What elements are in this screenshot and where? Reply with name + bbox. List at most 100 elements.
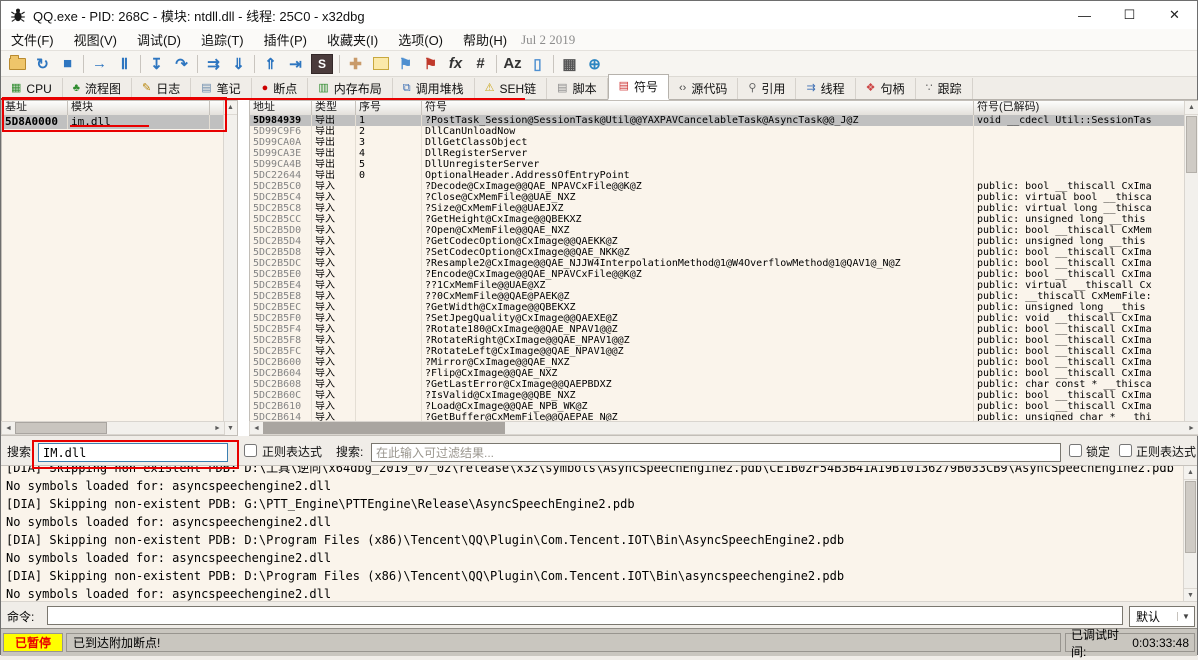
tab-seh[interactable]: ⚠SEH链 <box>475 78 548 99</box>
menu-debug[interactable]: 调试(D) <box>127 29 191 50</box>
symbol-row[interactable]: 5DC2B5C4导入?Close@CxMemFile@@UAE_NXZpubli… <box>250 192 1185 203</box>
symbol-row[interactable]: 5DC2B5D8导入?SetCodecOption@CxImage@@QAE_N… <box>250 247 1185 258</box>
menu-help[interactable]: 帮助(H) <box>453 29 517 50</box>
scroll-right-icon[interactable]: ► <box>1185 422 1198 434</box>
symbol-row[interactable]: 5DC2B60C导入?IsValid@CxImage@@QBE_NXZpubli… <box>250 390 1185 401</box>
symbols-col-address[interactable]: 地址 <box>250 101 312 115</box>
minimize-button[interactable]: — <box>1062 1 1107 29</box>
symbol-row[interactable]: 5DC2B5D4导入?GetCodecOption@CxImage@@QAEKK… <box>250 236 1185 247</box>
tab-cpu[interactable]: ▦CPU <box>1 78 63 99</box>
fx-button[interactable]: fx <box>443 53 468 75</box>
step-out-button[interactable]: ⇑ <box>258 53 283 75</box>
attach-button[interactable]: ▯ <box>525 53 550 75</box>
tab-call-stack[interactable]: ⧉调用堆栈 <box>393 78 475 99</box>
run-button[interactable]: → <box>87 53 112 75</box>
symbol-row[interactable]: 5D99CA3E导出4DllRegisterServer <box>250 148 1185 159</box>
regex-checkbox[interactable] <box>244 444 257 457</box>
tab-threads[interactable]: ⇉线程 <box>796 78 855 99</box>
menu-file[interactable]: 文件(F) <box>1 29 64 50</box>
tab-memory-map[interactable]: ▥内存布局 <box>308 78 392 99</box>
regex2-checkbox[interactable] <box>1119 444 1132 457</box>
symbol-row[interactable]: 5DC2B604导入?Flip@CxImage@@QAE_NXZpublic: … <box>250 368 1185 379</box>
symbol-row[interactable]: 5DC2B5D0导入?Open@CxMemFile@@QAE_NXZpublic… <box>250 225 1185 236</box>
command-input[interactable] <box>47 606 1123 625</box>
symbol-row[interactable]: 5DC2B608导入?GetLastError@CxImage@@QAEPBDX… <box>250 379 1185 390</box>
symbol-filter-input[interactable] <box>371 443 1061 462</box>
symbol-row[interactable]: 5DC2B5C0导入?Decode@CxImage@@QAE_NPAVCxFil… <box>250 181 1185 192</box>
symbol-row[interactable]: 5DC2B5F8导入?RotateRight@CxImage@@QAE_NPAV… <box>250 335 1185 346</box>
symbol-row[interactable]: 5D99CA4B导出5DllUnregisterServer <box>250 159 1185 170</box>
symbol-row[interactable]: 5DC2B5CC导入?GetHeight@CxImage@@QBEKXZpubl… <box>250 214 1185 225</box>
symbol-row[interactable]: 5DC2B600导入?Mirror@CxImage@@QAE_NXZpublic… <box>250 357 1185 368</box>
scroll-up-icon[interactable]: ▲ <box>224 101 237 115</box>
tab-trace[interactable]: ∵跟踪 <box>916 78 973 99</box>
scroll-left-icon[interactable]: ◄ <box>250 422 263 434</box>
modules-col-base[interactable]: 基址 <box>2 101 68 115</box>
menu-plugins[interactable]: 插件(P) <box>254 29 317 50</box>
tab-graph[interactable]: ♣流程图 <box>63 78 132 99</box>
modules-vertical-scrollbar[interactable]: ▲ ▼ <box>223 101 237 435</box>
scroll-down-icon[interactable]: ▼ <box>1184 588 1197 601</box>
tab-notes[interactable]: ▤笔记 <box>191 78 251 99</box>
menu-view[interactable]: 视图(V) <box>64 29 127 50</box>
modules-hscroll-thumb[interactable] <box>15 422 107 434</box>
symbols-hscroll-thumb[interactable] <box>263 422 505 434</box>
symbol-row[interactable]: 5DC2B5FC导入?RotateLeft@CxImage@@QAE_NPAV1… <box>250 346 1185 357</box>
symbols-col-symbol[interactable]: 符号 <box>422 101 974 115</box>
symbol-row[interactable]: 5DC2B5DC导入?Resample2@CxImage@@QAE_NJJW4I… <box>250 258 1185 269</box>
command-profile-dropdown[interactable]: 默认 ▼ <box>1129 606 1195 627</box>
hash-button[interactable]: # <box>468 53 493 75</box>
symbol-row[interactable]: 5DC2B5E8导入??0CxMemFile@@QAE@PAEK@Zpublic… <box>250 291 1185 302</box>
calculator-button[interactable]: ▦ <box>557 53 582 75</box>
tab-script[interactable]: ▤脚本 <box>547 78 607 99</box>
symbol-row[interactable]: 5DC2B5E0导入?Encode@CxImage@@QAE_NPAVCxFil… <box>250 269 1185 280</box>
module-search-input[interactable] <box>38 443 228 462</box>
pause-button[interactable]: Ⅱ <box>112 53 137 75</box>
symbol-row[interactable]: 5DC2B610导入?Load@CxImage@@QAE_NPB_WK@Zpub… <box>250 401 1185 412</box>
module-row[interactable]: 5D8A0000im.dll <box>2 115 224 129</box>
symbols-col-decoded[interactable]: 符号(已解码) <box>974 101 1186 115</box>
symbol-row[interactable]: 5D984939导出1?PostTask_Session@SessionTask… <box>250 115 1185 126</box>
execute-till-return-button[interactable]: ⇓ <box>226 53 251 75</box>
patches-button[interactable]: ✚ <box>343 53 368 75</box>
tab-handles[interactable]: ❖句柄 <box>856 78 916 99</box>
modules-col-module[interactable]: 模块 <box>68 101 210 115</box>
panel-splitter[interactable] <box>238 100 249 436</box>
symbols-vertical-scrollbar[interactable]: ▲ ▼ <box>1184 101 1198 435</box>
labels-button[interactable]: ⚑ <box>393 53 418 75</box>
close-button[interactable]: ✕ <box>1152 1 1197 29</box>
symbol-row[interactable]: 5DC2B5E4导入??1CxMemFile@@UAE@XZpublic: vi… <box>250 280 1185 291</box>
scroll-right-icon[interactable]: ► <box>211 422 224 434</box>
tab-references[interactable]: ⚲引用 <box>738 78 796 99</box>
symbol-row[interactable]: 5DC2B5F4导入?Rotate180@CxImage@@QAE_NPAV1@… <box>250 324 1185 335</box>
symbols-col-ordinal[interactable]: 序号 <box>356 101 422 115</box>
goto-user-button[interactable]: ⇥ <box>283 53 308 75</box>
scroll-down-icon[interactable]: ▼ <box>224 421 237 435</box>
comments-button[interactable] <box>368 53 393 75</box>
menu-options[interactable]: 选项(O) <box>388 29 453 50</box>
menu-trace[interactable]: 追踪(T) <box>191 29 254 50</box>
step-over-button[interactable]: ↷ <box>169 53 194 75</box>
tab-breakpoints[interactable]: ●断点 <box>252 78 309 99</box>
stop-button[interactable]: ■ <box>55 53 80 75</box>
step-into-button[interactable]: ↧ <box>144 53 169 75</box>
symbols-horizontal-scrollbar[interactable]: ◄ ► <box>249 421 1198 435</box>
scroll-up-icon[interactable]: ▲ <box>1185 101 1198 115</box>
favourites-button[interactable]: ⚑ <box>418 53 443 75</box>
symbol-row[interactable]: 5DC2B5F0导入?SetJpegQuality@CxImage@@QAEXE… <box>250 313 1185 324</box>
lock-checkbox[interactable] <box>1069 444 1082 457</box>
log-vscroll-thumb[interactable] <box>1185 481 1196 553</box>
strings-button[interactable]: Az <box>500 53 525 75</box>
menu-favourites[interactable]: 收藏夹(I) <box>317 29 388 50</box>
scroll-left-icon[interactable]: ◄ <box>2 422 15 434</box>
symbols-vscroll-thumb[interactable] <box>1186 116 1197 173</box>
tab-log[interactable]: ✎日志 <box>132 78 191 99</box>
symbol-row[interactable]: 5D99CA0A导出3DllGetClassObject <box>250 137 1185 148</box>
restart-button[interactable]: ↻ <box>30 53 55 75</box>
symbol-row[interactable]: 5DC22644导出0OptionalHeader.AddressOfEntry… <box>250 170 1185 181</box>
run-to-user-code-button[interactable]: ⇉ <box>201 53 226 75</box>
scroll-up-icon[interactable]: ▲ <box>1184 466 1197 480</box>
modules-horizontal-scrollbar[interactable]: ◄ ► <box>1 421 225 435</box>
seh-chain-button[interactable]: S <box>311 54 333 74</box>
symbol-row[interactable]: 5DC2B5EC导入?GetWidth@CxImage@@QBEKXZpubli… <box>250 302 1185 313</box>
